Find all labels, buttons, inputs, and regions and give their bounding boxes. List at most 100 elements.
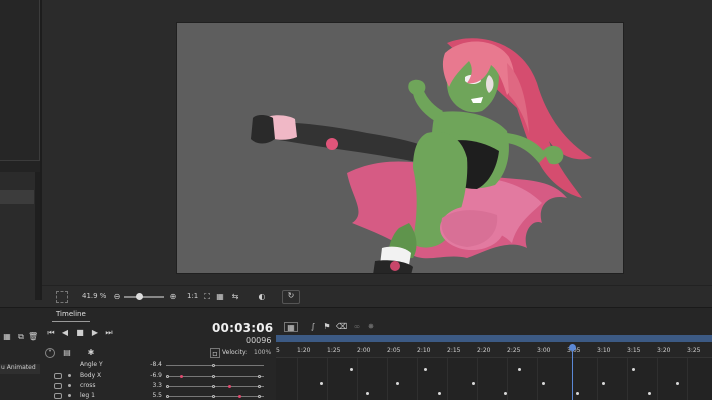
keyframe[interactable] (602, 382, 605, 385)
time-ruler[interactable]: 5 1:20 1:25 2:00 2:05 2:10 2:15 2:20 2:2… (276, 346, 712, 358)
eraser-icon[interactable]: ⌫ (336, 322, 347, 332)
slider-knob[interactable] (258, 375, 261, 378)
property-row[interactable]: Angle Y -8.4 (42, 361, 276, 370)
onion-skin-icon[interactable]: ✸ (366, 322, 376, 332)
property-row[interactable]: leg 1 5.5 (42, 392, 276, 400)
frame-display[interactable]: 00096 (246, 336, 271, 345)
slider-knob[interactable] (212, 385, 215, 388)
pin-icon[interactable]: ⚑ (322, 322, 332, 332)
asterisk-icon[interactable]: ✱ (86, 348, 96, 358)
zoom-slider[interactable] (124, 293, 164, 300)
property-value[interactable]: -6.9 (142, 372, 162, 379)
ruler-tick: 1:25 (327, 347, 341, 354)
slider-knob[interactable] (166, 385, 169, 388)
timeline-range-bar[interactable] (276, 335, 712, 342)
go-to-start-icon[interactable]: ⏮ (46, 328, 56, 338)
property-name: cross (80, 382, 96, 389)
grid-line (507, 358, 508, 400)
keyframe[interactable] (676, 382, 679, 385)
deform-mode-icon[interactable]: ↻ (282, 290, 300, 304)
slider-knob[interactable] (212, 364, 215, 367)
slider-knob[interactable] (166, 375, 169, 378)
layers-panel (0, 0, 40, 160)
property-value[interactable]: -8.4 (142, 361, 162, 368)
next-frame-icon[interactable]: ▶ (90, 328, 100, 338)
keyframe[interactable] (648, 392, 651, 395)
canvas-viewport[interactable] (42, 0, 712, 285)
zoom-out-icon[interactable]: ⊖ (112, 292, 122, 302)
fit-canvas-icon[interactable] (56, 291, 68, 303)
slider-knob[interactable] (212, 395, 215, 398)
playhead-handle[interactable] (569, 344, 576, 351)
slider-knob[interactable] (166, 395, 169, 398)
eye-icon[interactable] (54, 393, 62, 399)
keyframe[interactable] (518, 368, 521, 371)
property-slider[interactable] (166, 364, 264, 367)
keyframe-track-area[interactable] (276, 358, 712, 400)
property-slider[interactable] (166, 395, 264, 398)
keyframe[interactable] (320, 382, 323, 385)
keyframe-marker[interactable] (228, 385, 231, 388)
keyframe[interactable] (576, 392, 579, 395)
zoom-in-icon[interactable]: ⊕ (168, 292, 178, 302)
scene-name[interactable]: u Animated (0, 364, 40, 374)
selected-list-row[interactable] (0, 190, 34, 204)
velocity-icon[interactable]: ▫ (210, 348, 220, 358)
ruler-tick: 5 (276, 347, 280, 354)
property-value[interactable]: 5.5 (142, 392, 162, 399)
keyframe-marker[interactable] (238, 395, 241, 398)
copy-icon[interactable]: ⧉ (16, 332, 26, 342)
ruler-tick: 2:20 (477, 347, 491, 354)
keyframe[interactable] (350, 368, 353, 371)
keyframe[interactable] (424, 368, 427, 371)
tab-timeline[interactable]: Timeline (52, 310, 90, 322)
timeline-view-icon[interactable]: ▦ (284, 322, 298, 332)
grid-icon[interactable]: ▦ (215, 292, 225, 302)
grid-line (327, 358, 328, 400)
left-panel (0, 0, 40, 300)
keyframe[interactable] (396, 382, 399, 385)
eye-icon[interactable] (54, 373, 62, 379)
character-illustration (251, 38, 592, 273)
keyframe[interactable] (438, 392, 441, 395)
trash-icon[interactable]: 🗑 (28, 332, 38, 342)
property-row[interactable]: Body X -6.9 (42, 372, 276, 381)
property-row[interactable]: cross 3.3 (42, 382, 276, 391)
prev-frame-icon[interactable]: ◀ (60, 328, 70, 338)
slider-knob[interactable] (258, 395, 261, 398)
grid-line (387, 358, 388, 400)
model-canvas[interactable] (176, 22, 624, 274)
slider-knob[interactable] (258, 385, 261, 388)
property-slider[interactable] (166, 375, 264, 378)
slider-knob[interactable] (212, 375, 215, 378)
keyframe[interactable] (632, 368, 635, 371)
flip-icon[interactable]: ⇆ (230, 292, 240, 302)
playhead[interactable] (572, 344, 573, 400)
expand-icon[interactable]: ˅ (45, 348, 55, 358)
table-icon[interactable]: ▦ (2, 332, 12, 342)
zoom-slider-handle[interactable] (136, 293, 143, 300)
keyframe[interactable] (366, 392, 369, 395)
stop-icon[interactable]: ■ (75, 328, 85, 338)
eye-icon[interactable] (54, 383, 62, 389)
timeline-panel: Timeline ▦ ⧉ 🗑 u Animated ⏮ ◀ ■ ▶ ⏭ 00:0… (0, 307, 712, 400)
keyframe[interactable] (472, 382, 475, 385)
filter-icon[interactable]: ▤ (60, 348, 74, 358)
curve-icon[interactable]: ∫ (308, 322, 318, 332)
keyframe[interactable] (542, 382, 545, 385)
keyframe-marker[interactable] (180, 375, 183, 378)
go-to-end-icon[interactable]: ⏭ (104, 328, 114, 338)
time-display[interactable]: 00:03:06 (212, 321, 273, 335)
fullscreen-icon[interactable]: ⛶ (202, 292, 212, 302)
grid-line (627, 358, 628, 400)
grid-line (657, 358, 658, 400)
velocity-value[interactable]: 100% (254, 349, 271, 356)
property-name: Body X (80, 372, 102, 379)
toggle-icon[interactable]: ◐ (254, 292, 270, 302)
keyframe[interactable] (504, 392, 507, 395)
loop-icon[interactable]: ∞ (352, 322, 362, 332)
actual-size-button[interactable]: 1:1 (187, 292, 198, 302)
property-slider[interactable] (166, 385, 264, 388)
property-value[interactable]: 3.3 (142, 382, 162, 389)
panel-divider[interactable] (0, 160, 40, 172)
